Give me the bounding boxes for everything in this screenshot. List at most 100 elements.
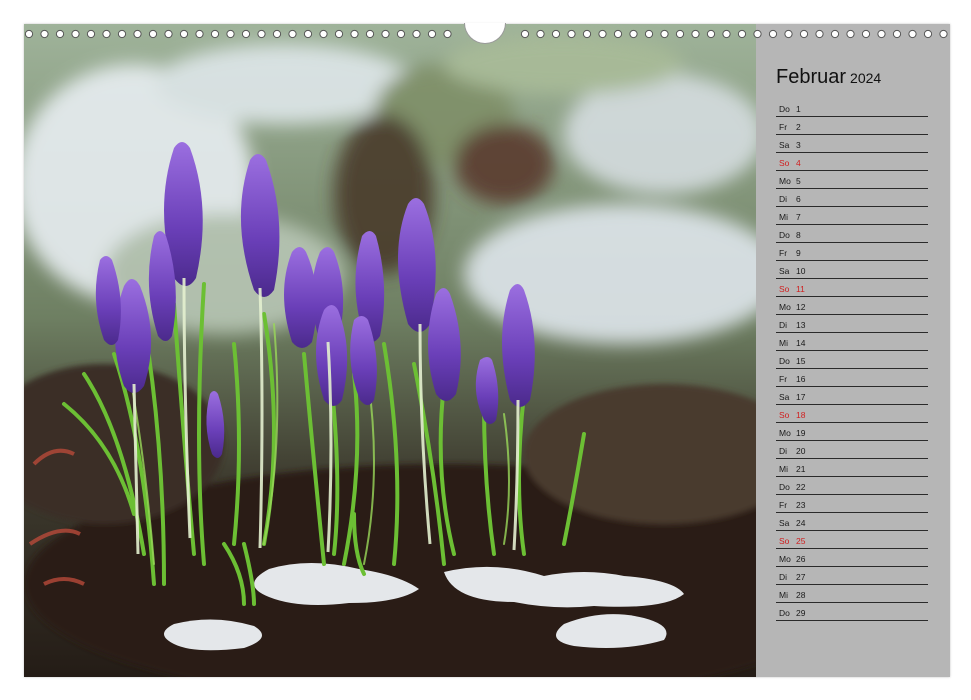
crocus-photo [24,24,756,677]
day-number: 3 [796,140,801,150]
day-number: 16 [796,374,806,384]
day-of-week: Mo [779,176,791,186]
day-row: So 18 [776,404,928,423]
binding-hole [722,29,731,39]
day-row: Di 6 [776,188,928,207]
binding-hole [86,29,96,39]
day-number: 12 [796,302,806,312]
binding-hole [737,29,747,39]
binding-hole [520,29,530,39]
day-number: 7 [796,212,801,222]
day-of-week: Do [779,356,790,366]
binding-hole [334,29,344,39]
day-of-week: So [779,536,790,546]
day-number: 22 [796,482,806,492]
day-number: 8 [796,230,801,240]
day-of-week: Fr [779,500,788,510]
binding-hole [350,29,359,39]
day-number: 2 [796,122,801,132]
day-of-week: Di [779,572,788,582]
binding-hole [102,29,111,39]
day-row: Fr 9 [776,242,928,261]
day-number: 18 [796,410,806,420]
binding-hole [939,29,948,39]
day-of-week: Sa [779,518,790,528]
day-row: So 11 [776,278,928,297]
day-row: Do 22 [776,476,928,495]
day-number: 19 [796,428,806,438]
binding-hole [644,29,654,39]
binding-hole [133,29,142,39]
day-of-week: Do [779,608,790,618]
day-row: Mo 5 [776,170,928,189]
binding-hole [892,29,902,39]
binding-hole [71,29,80,39]
day-row: Mo 12 [776,296,928,315]
binding-hole [412,29,421,39]
binding-hole [365,29,375,39]
day-of-week: Di [779,446,788,456]
month-year: 2024 [850,70,882,86]
binding-hole [24,29,34,39]
binding-hole [164,29,173,39]
day-row: Sa 17 [776,386,928,405]
binding-hole [629,29,638,39]
binding-hole [117,29,127,39]
day-number: 13 [796,320,806,330]
crocus-illustration [24,24,756,677]
day-row: Mo 19 [776,422,928,441]
day-of-week: Mo [779,302,791,312]
day-of-week: Mi [779,464,788,474]
binding-hole [691,29,700,39]
day-number: 4 [796,158,801,168]
day-row: Do 15 [776,350,928,369]
day-of-week: Mo [779,428,791,438]
month-title: Februar 2024 [776,66,881,89]
day-row: Do 1 [776,98,928,117]
binding-hole [396,29,406,39]
day-of-week: Sa [779,392,790,402]
binding-hole [861,29,871,39]
binding-hole [179,29,189,39]
binding-hole [613,29,623,39]
day-row: Do 8 [776,224,928,243]
day-of-week: Mi [779,212,788,222]
day-row: Mi 14 [776,332,928,351]
day-of-week: Do [779,104,790,114]
binding-hole [799,29,809,39]
day-of-week: Sa [779,266,790,276]
day-of-week: Fr [779,122,788,132]
binding-hole [753,29,762,39]
day-number: 20 [796,446,806,456]
binding-hole [660,29,669,39]
binding-hole [443,29,452,39]
day-row: Mo 26 [776,548,928,567]
day-number: 15 [796,356,806,366]
day-row: So 4 [776,152,928,171]
day-of-week: Fr [779,374,788,384]
day-number: 14 [796,338,806,348]
day-row: Di 27 [776,566,928,585]
binding-hole [226,29,235,39]
binding-hole [908,29,917,39]
day-row: Sa 10 [776,260,928,279]
binding-hole [784,29,793,39]
day-of-week: Do [779,482,790,492]
binding-hole [148,29,158,39]
day-row: So 25 [776,530,928,549]
day-number: 9 [796,248,801,258]
day-row: Sa 24 [776,512,928,531]
month-name: Februar [776,66,847,88]
day-of-week: Mi [779,338,788,348]
day-row: Fr 23 [776,494,928,513]
day-number: 17 [796,392,806,402]
day-number: 6 [796,194,801,204]
binding-hole [567,29,576,39]
day-row: Di 20 [776,440,928,459]
day-row: Fr 2 [776,116,928,135]
day-of-week: Di [779,194,788,204]
calendar-page: Februar 2024 Do 1 Fr 2 Sa 3 So 4 Mo 5 Di 6 Mi 7 Do 8 Fr 9 S… [0,0,971,700]
binding-hole [272,29,282,39]
day-of-week: Do [779,230,790,240]
binding-hole [319,29,328,39]
